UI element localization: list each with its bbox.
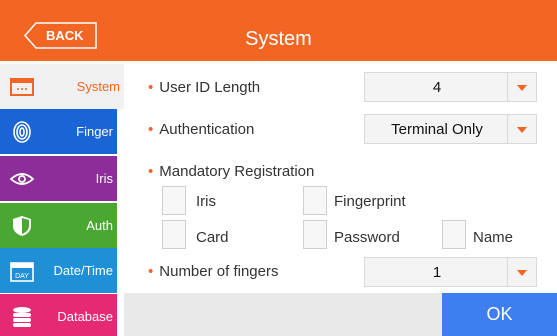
user-id-length-label: • User ID Length — [148, 79, 261, 96]
fingerprint-checkbox[interactable] — [303, 186, 327, 215]
database-icon — [13, 307, 31, 327]
chevron-down-icon — [507, 258, 536, 286]
name-checkbox[interactable] — [442, 220, 466, 249]
authentication-select[interactable]: Terminal Only — [364, 114, 537, 144]
chevron-down-icon — [507, 73, 536, 101]
sidebar-item-label: System — [76, 79, 120, 94]
password-checkbox[interactable] — [303, 220, 327, 249]
sidebar-item-date-time[interactable]: DAY Date/Time — [0, 248, 117, 293]
sidebar-item-label: Date/Time — [53, 263, 113, 278]
calendar-icon: DAY — [10, 262, 34, 282]
sidebar-item-auth[interactable]: Auth — [0, 203, 117, 248]
window-icon — [10, 78, 34, 96]
eye-icon — [10, 173, 34, 185]
name-checkbox-label: Name — [473, 229, 514, 246]
number-of-fingers-label: • Number of fingers — [148, 263, 279, 280]
user-id-length-select[interactable]: 4 — [364, 72, 537, 102]
bullet-dot: • — [148, 263, 154, 280]
sidebar-item-database[interactable]: Database — [0, 294, 117, 336]
sidebar-item-label: Iris — [95, 171, 113, 186]
page-title: System — [245, 28, 312, 50]
fingerprint-icon — [13, 121, 31, 143]
authentication-value: Terminal Only — [391, 121, 483, 138]
sidebar-item-iris[interactable]: Iris — [0, 156, 117, 201]
shield-icon — [13, 216, 31, 236]
sidebar-item-label: Auth — [86, 218, 113, 233]
iris-checkbox-label: Iris — [196, 193, 216, 210]
bullet-dot: • — [148, 79, 154, 96]
sidebar-item-label: Database — [57, 309, 113, 324]
iris-checkbox[interactable] — [162, 186, 186, 215]
ok-button[interactable]: OK — [442, 293, 557, 336]
bullet-dot: • — [148, 163, 154, 180]
card-checkbox-label: Card — [196, 229, 229, 246]
header-bar: BACK System — [0, 0, 557, 61]
user-id-length-value: 4 — [432, 79, 442, 96]
authentication-label: • Authentication — [148, 121, 255, 138]
number-of-fingers-value: 1 — [432, 264, 442, 281]
sidebar-item-label: Finger — [76, 124, 113, 139]
sidebar-item-finger[interactable]: Finger — [0, 109, 117, 154]
password-checkbox-label: Password — [334, 229, 400, 246]
bullet-dot: • — [148, 121, 154, 138]
calendar-icon-text: DAY — [15, 273, 29, 280]
mandatory-registration-label: • Mandatory Registration — [148, 163, 315, 180]
fingerprint-checkbox-label: Fingerprint — [334, 193, 406, 210]
sidebar-item-system[interactable]: System — [0, 64, 124, 109]
chevron-down-icon — [507, 115, 536, 143]
number-of-fingers-select[interactable]: 1 — [364, 257, 537, 287]
card-checkbox[interactable] — [162, 220, 186, 249]
